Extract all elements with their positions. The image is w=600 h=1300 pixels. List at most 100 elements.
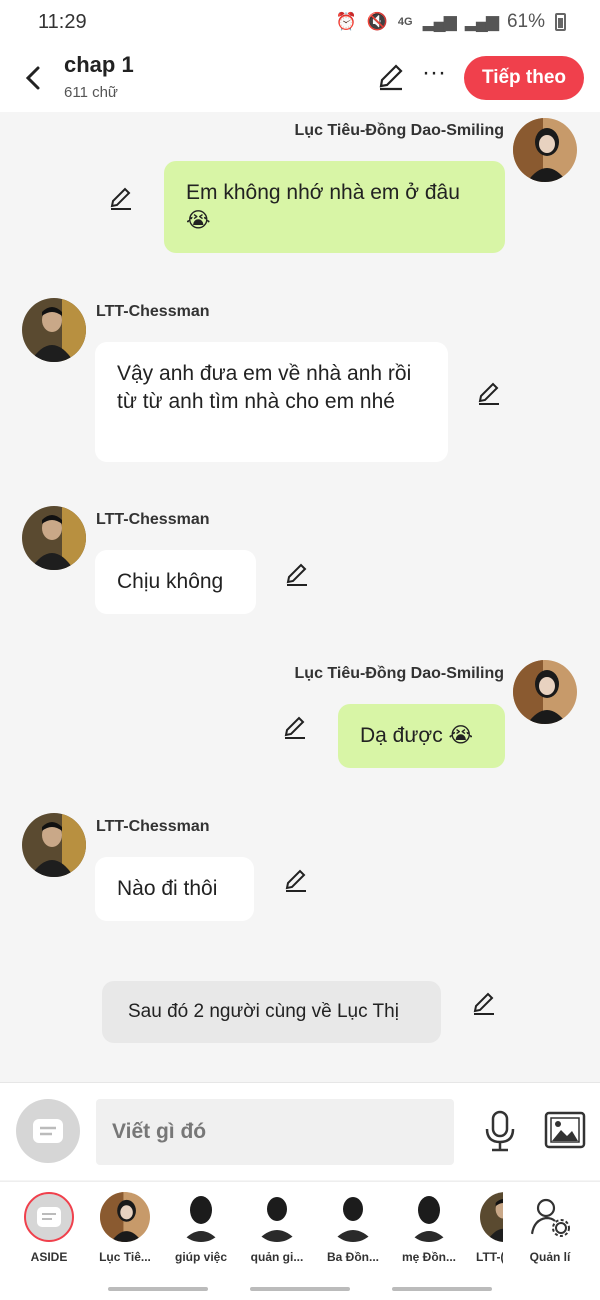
sender-name: LTT-Chessman (96, 511, 210, 528)
pen-icon (285, 869, 306, 892)
manage-icon-wrap (525, 1192, 575, 1242)
pen-icon (478, 382, 499, 405)
character-item[interactable]: Ba Đồn... (315, 1192, 391, 1264)
character-label: Quản lí (529, 1250, 571, 1264)
more-icon: ··· (422, 59, 446, 86)
edit-message-button[interactable] (108, 186, 134, 212)
image-button[interactable] (544, 1111, 586, 1149)
mute-icon: 🔇 (366, 12, 388, 31)
avatar[interactable] (513, 118, 577, 182)
manage-characters-button[interactable]: Quản lí (512, 1192, 588, 1264)
status-bar: 11:29 ⏰ 🔇 4G ▂▄▆ ▂▄▆ 61% (0, 0, 600, 44)
title-block: chap 1 611 chữ (64, 52, 134, 101)
image-icon (544, 1111, 586, 1149)
battery-icon (555, 13, 566, 31)
avatar[interactable] (22, 298, 86, 362)
sender-name: Lục Tiêu-Đồng Dao-Smiling (294, 665, 504, 682)
edit-narration-button[interactable] (471, 991, 497, 1017)
female-silhouette-icon (410, 1196, 448, 1242)
message-bubble[interactable]: Em không nhớ nhà em ở đâu 😭 (164, 161, 505, 253)
network-type: 4G (397, 16, 413, 28)
man-avatar-icon (22, 506, 86, 570)
avatar (480, 1192, 503, 1242)
sender-name: Lục Tiêu-Đồng Dao-Smiling (294, 122, 504, 139)
voice-button[interactable] (480, 1109, 520, 1153)
status-time: 11:29 (38, 10, 87, 33)
male-silhouette-icon (332, 1197, 374, 1242)
character-label: quản gi... (250, 1250, 304, 1264)
girl-avatar-icon (513, 660, 577, 724)
nav-pill (392, 1287, 492, 1291)
battery-percent: 61% (506, 11, 545, 32)
avatar (328, 1192, 378, 1242)
pen-icon (473, 992, 494, 1015)
edit-message-button[interactable] (283, 868, 309, 894)
edit-message-button[interactable] (284, 562, 310, 588)
avatar (176, 1192, 226, 1242)
character-item[interactable]: LTT-( (467, 1192, 503, 1264)
girl-avatar-icon (100, 1192, 150, 1242)
edit-chapter-button[interactable] (376, 62, 406, 92)
edit-message-button[interactable] (282, 715, 308, 741)
pen-icon (286, 563, 307, 586)
chat-area: Lục Tiêu-Đồng Dao-Smiling Em không nhớ n… (0, 112, 600, 1082)
more-button[interactable]: ··· (420, 59, 448, 92)
aside-toggle-button[interactable] (16, 1099, 80, 1163)
message-bubble[interactable]: Dạ được 😭 (338, 704, 505, 768)
message-bubble[interactable]: Vậy anh đưa em về nhà anh rồi từ từ anh … (95, 342, 448, 462)
chevron-left-icon (25, 66, 40, 90)
character-label: Ba Đồn... (326, 1250, 379, 1264)
aside-avatar (24, 1192, 74, 1242)
back-button[interactable] (18, 60, 48, 96)
status-icons: ⏰ 🔇 4G ▂▄▆ ▂▄▆ 61% (336, 11, 566, 33)
signal-icon-2: ▂▄▆ (464, 12, 499, 31)
man-avatar-icon (22, 813, 86, 877)
avatar[interactable] (22, 506, 86, 570)
system-nav-bar (0, 1278, 600, 1300)
alarm-icon: ⏰ (335, 12, 357, 31)
girl-avatar-icon (513, 118, 577, 182)
character-label: mẹ Đồn... (401, 1250, 456, 1264)
header: chap 1 611 chữ ··· Tiếp theo (0, 44, 600, 112)
narration-bubble[interactable]: Sau đó 2 người cùng về Lục Thị (102, 981, 441, 1043)
message-bubble[interactable]: Chịu không (95, 550, 256, 614)
sender-name: LTT-Chessman (96, 303, 210, 320)
pen-icon (110, 187, 131, 210)
message-bubble[interactable]: Nào đi thôi (95, 857, 254, 921)
avatar[interactable] (22, 813, 86, 877)
character-label: giúp việc (174, 1250, 227, 1264)
character-label: ASIDE (30, 1250, 68, 1264)
word-count: 611 chữ (64, 84, 118, 101)
signal-icon: ▂▄▆ (422, 12, 457, 31)
male-silhouette-icon (256, 1197, 298, 1242)
character-bar: ASIDE Lục Tiê... giúp việc quản gi... Ba… (0, 1181, 600, 1278)
pen-icon (379, 64, 403, 91)
female-silhouette-icon (182, 1196, 220, 1242)
character-item[interactable]: mẹ Đồn... (391, 1192, 467, 1264)
character-label: Lục Tiê... (99, 1250, 151, 1264)
character-item[interactable]: giúp việc (163, 1192, 239, 1264)
next-chapter-button[interactable]: Tiếp theo (464, 56, 584, 100)
chapter-title: chap 1 (64, 52, 134, 77)
avatar (100, 1192, 150, 1242)
sender-name: LTT-Chessman (96, 818, 210, 835)
avatar (404, 1192, 454, 1242)
avatar (252, 1192, 302, 1242)
man-avatar-icon (480, 1192, 503, 1242)
avatar[interactable] (513, 660, 577, 724)
message-icon (37, 1207, 61, 1227)
nav-pill (250, 1287, 350, 1291)
microphone-icon (485, 1110, 515, 1152)
pen-icon (284, 716, 305, 739)
composer-bar (0, 1082, 600, 1180)
character-label: LTT-( (476, 1250, 503, 1264)
character-item[interactable]: Lục Tiê... (87, 1192, 163, 1264)
character-aside[interactable]: ASIDE (11, 1192, 87, 1264)
nav-pill (108, 1287, 208, 1291)
user-settings-icon (530, 1198, 570, 1237)
message-input[interactable] (96, 1099, 454, 1165)
edit-message-button[interactable] (476, 381, 502, 407)
man-avatar-icon (22, 298, 86, 362)
message-icon (33, 1119, 63, 1143)
character-item[interactable]: quản gi... (239, 1192, 315, 1264)
